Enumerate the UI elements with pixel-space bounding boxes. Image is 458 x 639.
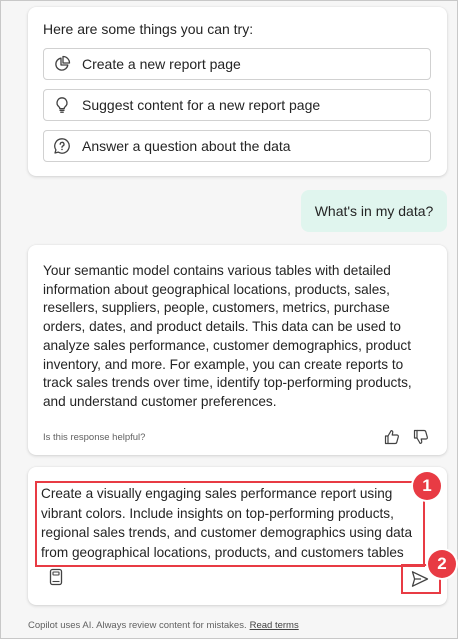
pie-chart-icon	[53, 55, 71, 73]
suggestion-create-report-page-button[interactable]: Create a new report page	[43, 48, 431, 80]
prompt-highlight-box	[35, 481, 425, 567]
notebook-icon[interactable]	[48, 568, 64, 586]
copilot-response-card: Your semantic model contains various tab…	[28, 245, 447, 455]
suggestion-suggest-content-button[interactable]: Suggest content for a new report page	[43, 89, 431, 121]
read-terms-link[interactable]: Read terms	[250, 620, 299, 631]
step-badge-2: 2	[428, 550, 456, 578]
disclaimer-text: Copilot uses AI. Always review content f…	[28, 620, 247, 631]
thumbs-down-icon[interactable]	[412, 428, 430, 446]
chat-question-icon	[53, 137, 71, 155]
suggestion-label: Suggest content for a new report page	[82, 97, 321, 113]
suggestions-heading: Here are some things you can try:	[43, 21, 254, 37]
suggestion-label: Answer a question about the data	[82, 138, 291, 154]
step-badge-1: 1	[413, 472, 441, 500]
suggestions-card: Here are some things you can try: Create…	[28, 7, 447, 176]
thumbs-up-icon[interactable]	[383, 428, 401, 446]
helpful-prompt: Is this response helpful?	[43, 432, 146, 443]
suggestion-answer-question-button[interactable]: Answer a question about the data	[43, 130, 431, 162]
response-text: Your semantic model contains various tab…	[43, 263, 412, 409]
lightbulb-icon	[53, 96, 71, 114]
suggestion-label: Create a new report page	[82, 56, 241, 72]
user-message-bubble: What's in my data?	[301, 190, 447, 232]
disclaimer-footer: Copilot uses AI. Always review content f…	[28, 620, 299, 631]
